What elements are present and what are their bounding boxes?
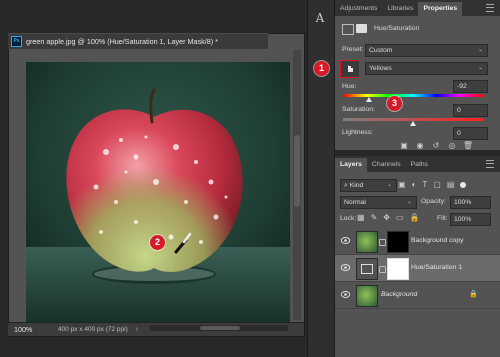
adjustment-title: Hue/Saturation xyxy=(374,25,420,32)
layer-name: Background xyxy=(381,291,418,298)
channel-value: Yellows xyxy=(369,65,392,72)
chevron-down-icon: ⌄ xyxy=(477,65,483,71)
lock-artboard-icon[interactable]: ▭ xyxy=(396,213,404,222)
reset-adjustments-icon[interactable]: ↺ xyxy=(430,140,442,151)
apple-photo xyxy=(26,62,290,324)
opacity-value: 100% xyxy=(454,199,472,206)
fill-value: 100% xyxy=(454,216,472,223)
layer-mask-thumbnail xyxy=(387,258,409,280)
hue-slider-track[interactable] xyxy=(343,94,483,97)
preset-label: Preset: xyxy=(342,46,364,53)
layer-thumbnail xyxy=(356,285,378,307)
document-tab[interactable]: Ps green apple.jpg @ 100% (Hue/Saturatio… xyxy=(8,33,268,49)
eye-icon[interactable] xyxy=(341,264,350,271)
layer-filter-icons: ▣ ◐ T ▢ ▤ xyxy=(398,180,488,190)
status-chevron-icon[interactable]: › xyxy=(136,326,138,333)
document-info: 400 px x 400 px (72 ppi) xyxy=(58,326,128,333)
vertical-scrollbar[interactable] xyxy=(293,50,301,320)
chevron-down-icon: ⌄ xyxy=(406,199,412,205)
callout-badge-3: 3 xyxy=(387,96,402,111)
pixel-filter-icon[interactable]: ▣ xyxy=(398,180,406,190)
saturation-value: 0 xyxy=(457,107,461,114)
layer-filter-dropdown[interactable]: ⌕ Kind ⌄ xyxy=(340,179,397,192)
lightness-value-field[interactable]: 0 xyxy=(453,127,488,140)
layer-thumbnail xyxy=(356,231,378,253)
fill-field[interactable]: 100% xyxy=(450,213,491,226)
type-filter-icon[interactable]: T xyxy=(422,180,427,190)
layer-row[interactable]: Background copy xyxy=(335,228,500,255)
lock-icons: ▦ ✎ ✥ ▭ 🔒 xyxy=(357,213,420,222)
preset-value: Custom xyxy=(369,47,393,54)
tab-paths[interactable]: Paths xyxy=(406,158,433,172)
properties-tabs: Adjustments Libraries Properties xyxy=(335,0,500,16)
opacity-field[interactable]: 100% xyxy=(450,196,491,209)
panel-menu-icon[interactable] xyxy=(486,4,494,12)
tab-adjustments[interactable]: Adjustments xyxy=(335,2,382,16)
lightness-value: 0 xyxy=(457,130,461,137)
saturation-label: Saturation: xyxy=(342,106,375,113)
vertical-scroll-thumb[interactable] xyxy=(294,135,300,207)
view-previous-state-icon[interactable]: ◉ xyxy=(414,140,426,151)
tab-layers[interactable]: Layers xyxy=(335,158,367,172)
link-icon xyxy=(379,266,386,273)
tab-properties[interactable]: Properties xyxy=(418,2,463,16)
document-title: green apple.jpg @ 100% (Hue/Saturation 1… xyxy=(26,37,218,46)
tab-libraries[interactable]: Libraries xyxy=(382,2,418,16)
layer-name: Hue/Saturation 1 xyxy=(411,264,463,271)
adjustment-layer-icon xyxy=(356,258,378,280)
layer-row-selected[interactable]: Hue/Saturation 1 xyxy=(335,255,500,282)
character-panel-icon[interactable]: A xyxy=(313,11,327,25)
saturation-value-field[interactable]: 0 xyxy=(453,104,488,117)
targeted-adjustment-tool[interactable] xyxy=(340,60,360,78)
preset-dropdown[interactable]: Custom ⌄ xyxy=(365,44,488,57)
lock-transparency-icon[interactable]: ▦ xyxy=(357,213,365,222)
hand-pointer-icon xyxy=(348,65,353,72)
link-icon xyxy=(379,239,386,246)
image-canvas[interactable] xyxy=(26,62,290,324)
filter-kind: Kind xyxy=(349,182,364,189)
lock-position-icon[interactable]: ✥ xyxy=(383,213,390,222)
callout-badge-2: 2 xyxy=(150,235,165,250)
channel-dropdown[interactable]: Yellows ⌄ xyxy=(365,62,488,75)
lock-pixels-icon[interactable]: ✎ xyxy=(371,213,378,222)
filter-toggle-icon[interactable] xyxy=(460,182,467,188)
hue-value-field[interactable]: -92 xyxy=(453,80,488,93)
chevron-down-icon: ⌄ xyxy=(477,47,483,53)
clip-to-layer-icon[interactable]: ▣ xyxy=(398,140,410,151)
hue-value: -92 xyxy=(457,83,467,90)
layer-mask-icon[interactable] xyxy=(356,24,367,33)
hue-label: Hue: xyxy=(342,83,357,90)
chevron-down-icon: ⌄ xyxy=(386,182,392,188)
layer-row[interactable]: Background 🔒 xyxy=(335,282,500,309)
shape-filter-icon[interactable]: ▢ xyxy=(433,180,441,190)
adjustment-layer-icon xyxy=(342,24,354,35)
adjustment-filter-icon[interactable]: ◐ xyxy=(412,180,417,190)
eye-icon[interactable] xyxy=(341,291,350,298)
layers-tabs: Layers Channels Paths xyxy=(335,156,500,172)
lock-icon: 🔒 xyxy=(469,291,478,298)
lock-label: Lock: xyxy=(340,215,357,222)
smart-object-filter-icon[interactable]: ▤ xyxy=(447,180,455,190)
layer-name: Background copy xyxy=(411,237,464,244)
saturation-slider-thumb[interactable] xyxy=(410,121,416,126)
panel-menu-icon[interactable] xyxy=(486,160,494,168)
eye-icon[interactable] xyxy=(341,237,350,244)
zoom-level[interactable]: 100% xyxy=(14,325,42,334)
callout-badge-1: 1 xyxy=(314,61,329,76)
blend-mode-value: Normal xyxy=(344,199,366,206)
fill-label: Fill: xyxy=(437,215,448,222)
photoshop-doc-icon: Ps xyxy=(11,36,22,47)
layer-mask-thumbnail xyxy=(387,231,409,253)
hue-slider-thumb[interactable] xyxy=(366,97,372,102)
panel-dock-strip xyxy=(307,0,335,357)
blend-mode-dropdown[interactable]: Normal ⌄ xyxy=(340,196,417,209)
lock-all-icon[interactable]: 🔒 xyxy=(410,213,420,222)
tab-channels[interactable]: Channels xyxy=(367,158,406,172)
horizontal-scrollbar[interactable] xyxy=(150,325,288,331)
opacity-label: Opacity: xyxy=(421,198,446,205)
delete-adjustment-icon[interactable]: 🗑 xyxy=(462,140,474,151)
horizontal-scroll-thumb[interactable] xyxy=(200,326,240,330)
toggle-visibility-icon[interactable]: ◎ xyxy=(446,140,458,151)
lightness-label: Lightness: xyxy=(342,129,373,136)
